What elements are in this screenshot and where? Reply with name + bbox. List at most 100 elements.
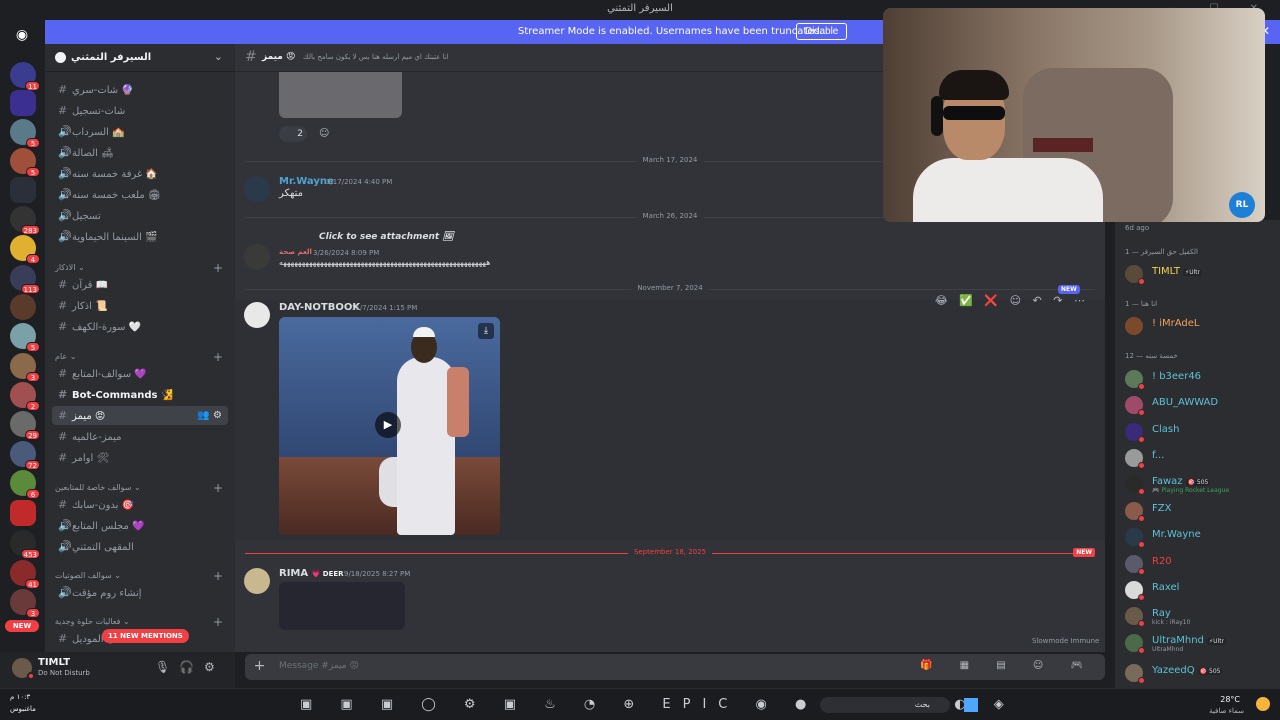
member-item[interactable]: ! b3eer46 [1125, 368, 1275, 390]
channel-item[interactable]: # Bot-Commands 🧏 [52, 385, 228, 404]
image-attachment[interactable] [279, 582, 405, 630]
channel-item[interactable]: # قرآن 📖 [52, 275, 228, 294]
message-author[interactable]: DAY-NOTBOOK [279, 302, 360, 313]
member-item[interactable]: Ray kick : iRay10 [1125, 605, 1275, 627]
channel-item[interactable]: 🔊السينما الحيماوية 🎬 [52, 227, 228, 246]
add-channel-icon[interactable]: + [213, 569, 223, 583]
add-channel-icon[interactable]: + [213, 350, 223, 364]
member-item[interactable]: TIMLT ⚡Ultr [1125, 263, 1275, 285]
new-unreads-pill[interactable]: NEW [5, 620, 39, 632]
server-icon[interactable]: 5 [10, 323, 40, 352]
channel-item[interactable]: 🔊تسجيل [52, 206, 228, 225]
microphone-icon[interactable]: 🎙 [155, 660, 170, 674]
message-input[interactable]: Message #ميمز 😡 [279, 661, 359, 671]
server-icon[interactable]: 3 [10, 353, 40, 382]
message-hover-actions[interactable]: 😂 ✅ ❌ ☺ ↶ ↷ ⋯ [935, 294, 1089, 308]
channel-item[interactable]: # سوالف-المتابع 💜 [52, 364, 228, 383]
server-icon[interactable]: 11 [10, 62, 40, 91]
channel-item-active[interactable]: # ميمز 😡 👥 ⚙ [52, 406, 228, 425]
message-author[interactable]: العم صحة [279, 248, 312, 256]
channel-item[interactable]: 🔊السرداب 🏫 [52, 122, 228, 141]
play-icon[interactable]: ▶ [375, 412, 401, 438]
avatar[interactable] [244, 568, 270, 594]
discord-home-icon[interactable]: ◉ [10, 24, 34, 46]
gear-icon[interactable]: ⚙ [204, 660, 215, 674]
server-icon[interactable]: 5 [10, 119, 40, 148]
headset-icon[interactable]: 🎧 [179, 660, 194, 674]
channel-topic[interactable]: انا عتبتك اي ميم ارسله هنا بس لا يكون سا… [303, 53, 449, 61]
channel-item[interactable]: # شات-سري 🔮 [52, 80, 228, 99]
channel-item[interactable]: 🔊غرفة خمسة سنه 🏠 [52, 164, 228, 183]
add-channel-icon[interactable]: + [213, 261, 223, 275]
category-header[interactable]: عام ⌄ + [55, 350, 225, 364]
taskbar-clock[interactable]: ١٠:٣ م [10, 693, 30, 701]
category-header[interactable]: سوالف خاصة للمتابعين ⌄ + [55, 481, 225, 495]
banner-text: Streamer Mode is enabled. Usernames have… [518, 26, 823, 37]
member-item[interactable]: f... [1125, 447, 1275, 469]
category-header[interactable]: سوالف الصوتيات ⌄ + [55, 569, 225, 583]
channel-item[interactable]: # اذكار 📜 [52, 296, 228, 315]
channel-settings-icon[interactable]: 👥 ⚙ [197, 406, 222, 425]
add-channel-icon[interactable]: + [213, 615, 223, 629]
search-input[interactable]: بحث [820, 697, 950, 713]
composer-tools[interactable]: 🎁 ▦ ▤ ☺ 🎮 [920, 660, 1095, 671]
server-icon[interactable]: 4 [10, 235, 40, 264]
channel-item[interactable]: # شات-تسجيل [52, 101, 228, 120]
server-icon[interactable]: 72 [10, 441, 40, 470]
server-icon[interactable]: 3 [10, 589, 40, 618]
channel-item[interactable]: 🔊ملعب خمسة سنه 🏟 [52, 185, 228, 204]
server-icon[interactable]: 453 [10, 530, 40, 559]
weather-temp[interactable]: 28°C [1220, 695, 1240, 704]
status-dnd-icon [1138, 541, 1145, 548]
member-item[interactable]: Mr.Wayne [1125, 526, 1275, 548]
image-attachment[interactable] [279, 72, 402, 118]
reaction[interactable]: 2 [279, 126, 307, 142]
category-header[interactable]: فعاليات حلوة وجدية ⌄ + [55, 615, 225, 629]
channel-item[interactable]: # اوامر 🛠 [52, 448, 228, 467]
server-icon[interactable] [10, 500, 36, 526]
disable-button[interactable]: Disable [796, 23, 848, 40]
member-item[interactable]: Raxel [1125, 579, 1275, 601]
channel-item[interactable]: # ميمز-عالميه [52, 427, 228, 446]
server-header[interactable]: السيرفر التمثني ⌄ [45, 44, 235, 72]
channel-item[interactable]: # بدون-سابك 🎯 [52, 495, 228, 514]
channel-item[interactable]: 🔊الصالة 🛋 [52, 143, 228, 162]
server-icon[interactable]: 29 [10, 411, 40, 440]
windows-start-icon[interactable] [964, 698, 978, 712]
server-icon[interactable] [10, 90, 36, 116]
download-icon[interactable]: ⤓ [478, 323, 494, 339]
server-icon[interactable] [10, 294, 36, 320]
user-name[interactable]: TIMLT [38, 657, 70, 668]
new-mentions-pill[interactable]: 11 NEW MENTIONS [102, 629, 189, 643]
server-icon[interactable] [10, 177, 36, 203]
server-icon[interactable]: 41 [10, 560, 40, 589]
member-item[interactable]: R20 [1125, 553, 1275, 575]
server-icon[interactable]: 2 [10, 382, 40, 411]
chevron-down-icon[interactable]: ⌄ [214, 50, 223, 63]
video-attachment[interactable]: ▶ ⤓ [279, 317, 500, 535]
member-item[interactable]: ABU_AWWAD [1125, 394, 1275, 416]
avatar[interactable] [244, 302, 270, 328]
member-item[interactable]: Clash [1125, 421, 1275, 443]
avatar[interactable] [244, 176, 270, 202]
server-icon[interactable]: 5 [10, 148, 40, 177]
server-icon[interactable]: 6 [10, 470, 40, 499]
channel-item[interactable]: 🔊إنشاء روم مؤقت [52, 583, 228, 602]
channel-item[interactable]: # سورة-الكهف 🤍 [52, 317, 228, 336]
channel-item[interactable]: 🔊المقهى التمثني [52, 537, 228, 556]
message-author[interactable]: RIMA 💗 DEER [279, 568, 344, 579]
member-item[interactable]: FZX [1125, 500, 1275, 522]
add-channel-icon[interactable]: + [213, 481, 223, 495]
add-reaction-icon[interactable]: ☺ [319, 128, 329, 139]
channel-item[interactable]: 🔊مجلس المتابع 💜 [52, 516, 228, 535]
add-attachment-button[interactable]: + [251, 658, 268, 675]
reply-preview[interactable]: Click to see attachment 🖼 [319, 232, 454, 242]
member-item[interactable]: Fawaz 🎯 505 🎮 Playing Rocket League [1125, 473, 1275, 495]
avatar[interactable] [244, 244, 270, 270]
server-icon[interactable]: 113 [10, 265, 40, 294]
member-item[interactable]: ! iMrAdeL [1125, 315, 1275, 335]
member-item[interactable]: YazeedQ 🎯 505 [1125, 662, 1275, 684]
member-item[interactable]: UltraMhnd ⚡Ultr UltraMhnd [1125, 632, 1275, 654]
server-icon[interactable]: 283 [10, 206, 40, 235]
category-header[interactable]: الاذكار ⌄ + [55, 261, 225, 275]
